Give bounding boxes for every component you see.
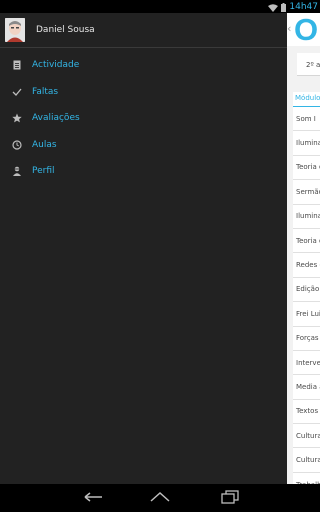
list-item[interactable]: Edição <box>293 278 320 303</box>
modules-list: Módulo Som I Ilumina Teoria d Sermão Ilu… <box>293 92 320 484</box>
list-item[interactable]: Som I <box>293 107 320 132</box>
list-item[interactable]: Ilumina <box>293 131 320 156</box>
status-bar: 14h47 <box>0 0 320 13</box>
menu-item-perfil[interactable]: Perfil <box>0 158 287 185</box>
app-logo[interactable]: O <box>294 13 318 47</box>
menu-item-label: Avaliações <box>32 113 80 124</box>
modules-header: Módulo <box>293 92 320 107</box>
year-text: 2º a <box>306 61 320 69</box>
list-item[interactable]: Redes d <box>293 253 320 278</box>
home-icon[interactable] <box>148 490 172 504</box>
star-icon <box>12 113 22 123</box>
list-item[interactable]: Frei Lui <box>293 302 320 327</box>
menu-item-label: Perfil <box>32 166 55 177</box>
menu-item-actividade[interactable]: Actividade <box>0 52 287 79</box>
list-item[interactable]: Sermão <box>293 180 320 205</box>
list-item[interactable]: Forças <box>293 327 320 351</box>
year-card[interactable]: 2º a <box>297 53 320 76</box>
menu-item-aulas[interactable]: Aulas <box>0 132 287 159</box>
navigation-bar <box>0 484 320 512</box>
menu-item-faltas[interactable]: Faltas <box>0 79 287 106</box>
status-time: 14h47 <box>289 1 318 12</box>
checkmark-icon <box>12 87 22 97</box>
list-item[interactable]: Ilumina <box>293 205 320 229</box>
list-item[interactable]: Interve <box>293 351 320 376</box>
action-bar: ‹ O <box>287 13 320 47</box>
status-icons: 14h47 <box>268 0 318 13</box>
clock-icon <box>12 140 22 150</box>
person-icon <box>12 166 22 177</box>
drawer-menu: Actividade Faltas Avaliações Aulas Perfi… <box>0 52 287 185</box>
list-item[interactable]: Trabalh <box>293 473 320 484</box>
recent-apps-icon[interactable] <box>220 490 240 504</box>
menu-item-label: Aulas <box>32 139 57 150</box>
list-item[interactable]: Teoria d <box>293 156 320 181</box>
list-item[interactable]: Media a <box>293 375 320 400</box>
list-item[interactable]: Textos <box>293 400 320 425</box>
chevron-left-icon[interactable]: ‹ <box>287 22 291 35</box>
avatar <box>5 18 25 42</box>
document-icon <box>12 60 22 70</box>
list-item[interactable]: Cultura <box>293 448 320 473</box>
list-item[interactable]: Cultura <box>293 424 320 449</box>
drawer-header[interactable]: Daniel Sousa <box>0 13 287 48</box>
menu-item-label: Faltas <box>32 86 59 97</box>
user-name: Daniel Sousa <box>36 25 95 35</box>
menu-item-label: Actividade <box>32 60 80 71</box>
menu-item-avaliacoes[interactable]: Avaliações <box>0 105 287 132</box>
main-content: ‹ O 2º a Módulo Som I Ilumina Teoria d S… <box>287 13 320 484</box>
list-item[interactable]: Teoria d <box>293 229 320 254</box>
back-arrow-icon[interactable] <box>82 490 104 504</box>
navigation-drawer: Daniel Sousa Actividade Faltas Avaliaçõe… <box>0 13 287 484</box>
